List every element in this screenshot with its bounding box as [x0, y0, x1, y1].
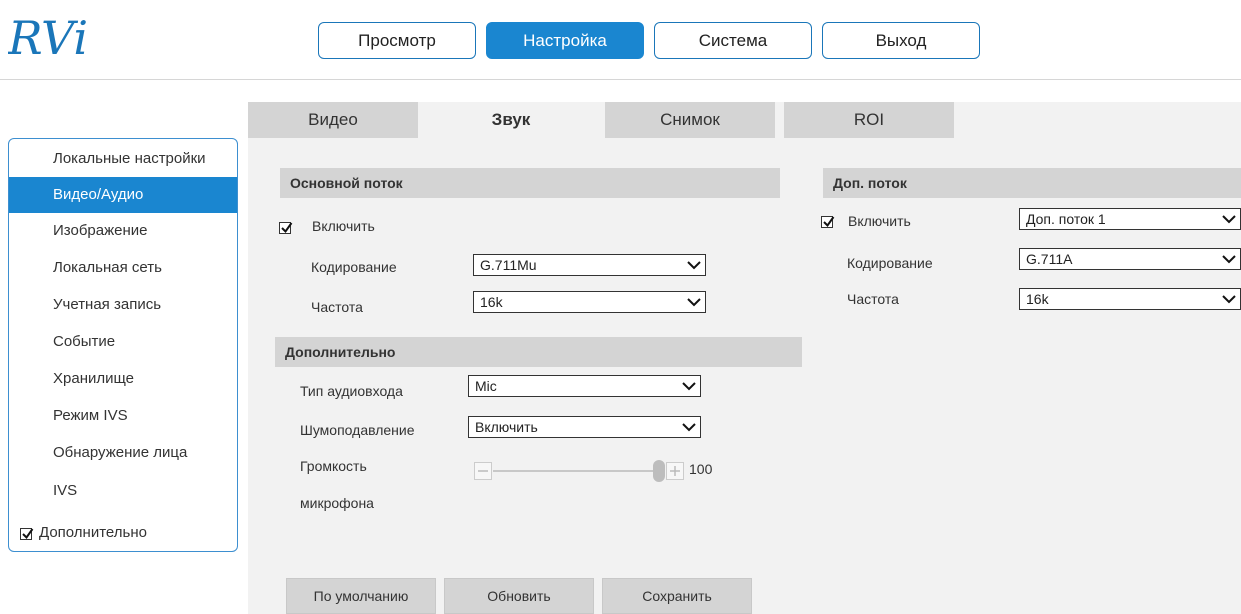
- sidebar-item-ivs-mode[interactable]: Режим IVS: [9, 398, 237, 434]
- header-divider: [0, 79, 1241, 80]
- sidebar-item-local-network[interactable]: Локальная сеть: [9, 250, 237, 286]
- sidebar-item-face-detection[interactable]: Обнаружение лица: [9, 435, 237, 471]
- refresh-button[interactable]: Обновить: [444, 578, 594, 614]
- logo-text: RVi: [8, 11, 88, 65]
- tab-bar: Видео Звук Снимок ROI: [248, 102, 1241, 138]
- tab-audio[interactable]: Звук: [426, 102, 596, 138]
- volume-slider-track[interactable]: [493, 470, 663, 472]
- input-type-value: Mic: [475, 378, 497, 394]
- sidebar-item-advanced-label[interactable]: Дополнительно: [9, 515, 237, 551]
- sub-stream-select[interactable]: Доп. поток 1: [1019, 208, 1241, 230]
- sub-stream-enable-checkbox[interactable]: [821, 216, 835, 228]
- noise-reduction-value: Включить: [475, 419, 538, 435]
- sub-stream-enable-label: Включить: [848, 213, 911, 229]
- chevron-down-icon: [687, 298, 701, 307]
- sidebar-item-storage[interactable]: Хранилище: [9, 361, 237, 397]
- noise-reduction-label: Шумоподавление: [300, 422, 415, 438]
- volume-slider-thumb[interactable]: [653, 460, 665, 482]
- volume-decrease-button[interactable]: [474, 462, 492, 480]
- main-stream-enable-label: Включить: [312, 218, 375, 234]
- mic-volume-label-line1: Громкость: [300, 458, 367, 474]
- nav-system-button[interactable]: Система: [654, 22, 812, 59]
- sub-encoding-label: Кодирование: [847, 255, 933, 271]
- tab-video[interactable]: Видео: [248, 102, 418, 138]
- main-stream-header: Основной поток: [280, 168, 780, 198]
- volume-value: 100: [689, 461, 713, 477]
- chevron-down-icon: [1222, 215, 1236, 224]
- main-frequency-value: 16k: [480, 294, 503, 310]
- main-frequency-select[interactable]: 16k: [473, 291, 706, 313]
- sub-frequency-select[interactable]: 16k: [1019, 288, 1241, 310]
- tab-roi[interactable]: ROI: [784, 102, 954, 138]
- sub-stream-header: Доп. поток: [823, 168, 1241, 198]
- sidebar-item-image[interactable]: Изображение: [9, 213, 237, 249]
- tab-snapshot[interactable]: Снимок: [605, 102, 775, 138]
- mic-volume-label-line2: микрофона: [300, 495, 374, 511]
- top-navigation: Просмотр Настройка Система Выход: [318, 22, 980, 60]
- noise-reduction-select[interactable]: Включить: [468, 416, 701, 438]
- input-type-label: Тип аудиовхода: [300, 383, 403, 399]
- sub-stream-value: Доп. поток 1: [1026, 211, 1106, 227]
- sub-frequency-value: 16k: [1026, 291, 1049, 307]
- main-encoding-value: G.711Mu: [480, 257, 537, 273]
- save-button[interactable]: Сохранить: [602, 578, 752, 614]
- sidebar-item-local-settings[interactable]: Локальные настройки: [9, 141, 237, 177]
- rvi-logo: RVi: [7, 10, 128, 70]
- settings-sidebar: Локальные настройки Видео/Аудио Изображе…: [8, 138, 238, 552]
- chevron-down-icon: [1222, 255, 1236, 264]
- chevron-down-icon: [682, 382, 696, 391]
- sub-frequency-label: Частота: [847, 291, 899, 307]
- main-frequency-label: Частота: [311, 299, 363, 315]
- nav-logout-button[interactable]: Выход: [822, 22, 980, 59]
- default-button[interactable]: По умолчанию: [286, 578, 436, 614]
- chevron-down-icon: [687, 261, 701, 270]
- volume-increase-button[interactable]: [666, 462, 684, 480]
- chevron-down-icon: [1222, 295, 1236, 304]
- minus-icon: [478, 470, 488, 472]
- nav-view-button[interactable]: Просмотр: [318, 22, 476, 59]
- sidebar-item-video-audio[interactable]: Видео/Аудио: [9, 177, 237, 213]
- chevron-down-icon: [682, 423, 696, 432]
- checkmark-icon: [823, 216, 835, 228]
- input-type-select[interactable]: Mic: [468, 375, 701, 397]
- nav-settings-button[interactable]: Настройка: [486, 22, 644, 59]
- sub-encoding-select[interactable]: G.711A: [1019, 248, 1241, 270]
- audio-settings-panel: Основной поток Включить Кодирование G.71…: [248, 138, 1241, 614]
- sidebar-item-account[interactable]: Учетная запись: [9, 287, 237, 323]
- main-stream-enable-checkbox[interactable]: [279, 222, 293, 234]
- plus-icon: [670, 466, 680, 476]
- checkmark-icon: [281, 222, 293, 234]
- main-encoding-select[interactable]: G.711Mu: [473, 254, 706, 276]
- sub-encoding-value: G.711A: [1026, 251, 1073, 267]
- sidebar-item-ivs[interactable]: IVS: [9, 473, 237, 509]
- advanced-header: Дополнительно: [275, 337, 802, 367]
- main-encoding-label: Кодирование: [311, 259, 397, 275]
- sidebar-item-event[interactable]: Событие: [9, 324, 237, 360]
